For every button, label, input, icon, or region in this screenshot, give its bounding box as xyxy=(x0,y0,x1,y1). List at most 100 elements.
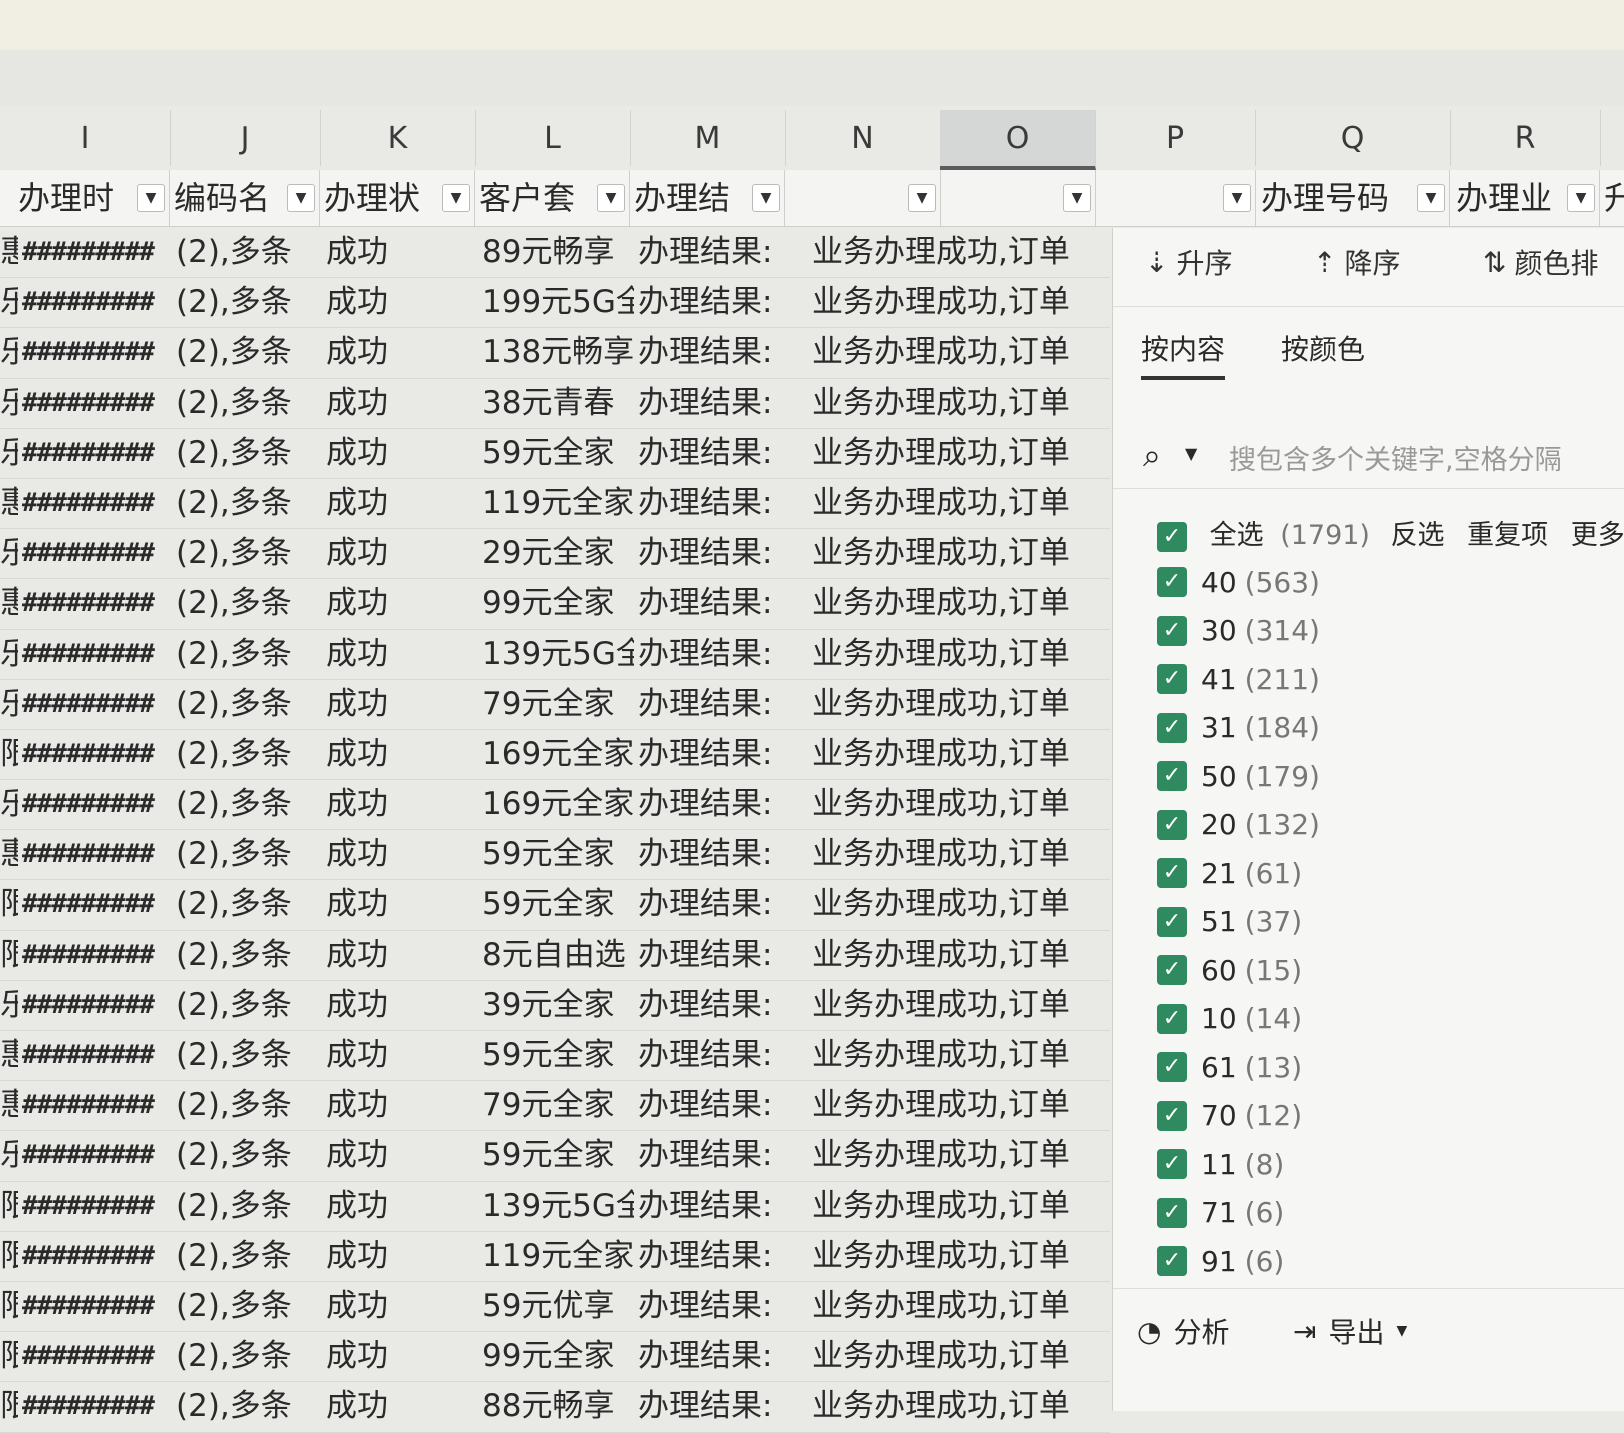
col-header-l[interactable]: L xyxy=(475,110,631,166)
cell-package[interactable]: 99元全家 xyxy=(482,579,634,628)
cell-handle-time[interactable]: ######### xyxy=(22,880,172,929)
cell-package[interactable]: 59元全家 xyxy=(482,1131,634,1180)
cell-result[interactable]: 办理结果: xyxy=(638,228,788,277)
cell-prev-col[interactable]: 乐 xyxy=(0,328,18,377)
cell-result[interactable]: 办理结果: xyxy=(638,1031,788,1080)
cell-handle-time[interactable]: ######### xyxy=(22,1081,172,1130)
cell-status[interactable]: 成功 xyxy=(326,1081,476,1130)
cell-status[interactable]: 成功 xyxy=(326,379,476,428)
cell-prev-col[interactable]: 惠 xyxy=(0,479,18,528)
cell-handle-time[interactable]: ######### xyxy=(22,1131,172,1180)
filter-value-item[interactable]: ✓ 71 (6) xyxy=(1157,1191,1284,1235)
cell-package[interactable]: 59元全家 xyxy=(482,830,634,879)
cell-handle-time[interactable]: ######### xyxy=(22,1332,172,1381)
cell-result[interactable]: 办理结果: xyxy=(638,880,788,929)
search-icon[interactable]: ⌕ xyxy=(1143,436,1161,475)
export-button[interactable]: ⇥ 导出 ▼ xyxy=(1293,1311,1407,1351)
cell-status[interactable]: 成功 xyxy=(326,880,476,929)
cell-status[interactable]: 成功 xyxy=(326,429,476,478)
filter-value-item[interactable]: ✓ 20 (132) xyxy=(1157,803,1320,847)
cell-status[interactable]: 成功 xyxy=(326,780,476,829)
tab-by-color[interactable]: 按颜色 xyxy=(1281,328,1365,368)
cell-prev-col[interactable]: 乐 xyxy=(0,680,18,729)
tab-by-content[interactable]: 按内容 xyxy=(1141,328,1226,380)
filter-value-checkbox[interactable]: ✓ xyxy=(1157,615,1187,646)
cell-package[interactable]: 139元5G全 xyxy=(482,1182,634,1231)
cell-code-name[interactable]: (2),多条 xyxy=(176,429,322,478)
cell-package[interactable]: 199元5G全 xyxy=(482,278,634,327)
filter-value-checkbox[interactable]: ✓ xyxy=(1157,664,1187,694)
cell-status[interactable]: 成功 xyxy=(326,278,476,327)
cell-status[interactable]: 成功 xyxy=(326,1031,476,1080)
cell-result[interactable]: 办理结果: xyxy=(638,1131,788,1180)
cell-code-name[interactable]: (2),多条 xyxy=(176,1282,322,1331)
cell-result-detail[interactable]: 业务办理成功,订单 xyxy=(812,429,1110,478)
cell-code-name[interactable]: (2),多条 xyxy=(176,630,322,679)
cell-prev-col[interactable]: 乐 xyxy=(0,529,18,578)
filter-value-item[interactable]: ✓ 40 (563) xyxy=(1157,560,1320,604)
cell-result-detail[interactable]: 业务办理成功,订单 xyxy=(812,931,1110,980)
col-header-n[interactable]: N xyxy=(785,110,941,166)
filter-value-item[interactable]: ✓ 41 (211) xyxy=(1157,657,1320,701)
cell-prev-col[interactable]: 惠 xyxy=(0,1031,18,1080)
cell-status[interactable]: 成功 xyxy=(326,1182,476,1231)
sort-desc-button[interactable]: ⇡ 降序 xyxy=(1313,242,1400,282)
cell-code-name[interactable]: (2),多条 xyxy=(176,680,322,729)
col-header-m[interactable]: M xyxy=(630,110,786,166)
filter-value-checkbox[interactable]: ✓ xyxy=(1157,1052,1187,1082)
cell-result[interactable]: 办理结果: xyxy=(638,1232,788,1281)
cell-result-detail[interactable]: 业务办理成功,订单 xyxy=(812,278,1110,327)
cell-result[interactable]: 办理结果: xyxy=(638,1182,788,1231)
filter-arrow-icon[interactable]: ▼ xyxy=(287,184,315,212)
cell-status[interactable]: 成功 xyxy=(326,1332,476,1381)
cell-result-detail[interactable]: 业务办理成功,订单 xyxy=(812,228,1110,277)
cell-result[interactable]: 办理结果: xyxy=(638,630,788,679)
filter-value-checkbox[interactable]: ✓ xyxy=(1157,858,1187,888)
cell-status[interactable]: 成功 xyxy=(326,830,476,879)
filter-value-checkbox[interactable]: ✓ xyxy=(1157,1197,1187,1228)
cell-status[interactable]: 成功 xyxy=(326,228,476,277)
cell-handle-time[interactable]: ######### xyxy=(22,379,172,428)
cell-handle-time[interactable]: ######### xyxy=(22,1282,172,1331)
cell-result[interactable]: 办理结果: xyxy=(638,1332,788,1381)
cell-package[interactable]: 38元青春 xyxy=(482,379,634,428)
cell-status[interactable]: 成功 xyxy=(326,931,476,980)
cell-prev-col[interactable]: 惠 xyxy=(0,1081,18,1130)
filter-value-item[interactable]: ✓ 11 (8) xyxy=(1157,1142,1284,1186)
filter-value-checkbox[interactable]: ✓ xyxy=(1157,809,1187,840)
filter-value-checkbox[interactable]: ✓ xyxy=(1157,712,1187,743)
cell-package[interactable]: 59元优享 xyxy=(482,1282,634,1331)
cell-code-name[interactable]: (2),多条 xyxy=(176,1232,322,1281)
cell-handle-time[interactable]: ######### xyxy=(22,1232,172,1281)
cell-code-name[interactable]: (2),多条 xyxy=(176,981,322,1030)
cell-package[interactable]: 119元全家 xyxy=(482,1232,634,1281)
cell-code-name[interactable]: (2),多条 xyxy=(176,529,322,578)
filter-value-item[interactable]: ✓ 70 (12) xyxy=(1157,1094,1302,1138)
cell-handle-time[interactable]: ######### xyxy=(22,931,172,980)
cell-result[interactable]: 办理结果: xyxy=(638,379,788,428)
col-header-k[interactable]: K xyxy=(320,110,476,166)
filter-value-checkbox[interactable]: ✓ xyxy=(1157,761,1187,791)
cell-handle-time[interactable]: ######### xyxy=(22,579,172,628)
cell-code-name[interactable]: (2),多条 xyxy=(176,278,322,327)
cell-code-name[interactable]: (2),多条 xyxy=(176,479,322,528)
cell-prev-col[interactable]: 限 xyxy=(0,1382,18,1431)
cell-result-detail[interactable]: 业务办理成功,订单 xyxy=(812,830,1110,879)
select-all-label[interactable]: 全选 xyxy=(1210,520,1264,551)
cell-package[interactable]: 169元全家 xyxy=(482,780,634,829)
cell-code-name[interactable]: (2),多条 xyxy=(176,780,322,829)
cell-prev-col[interactable]: 惠 xyxy=(0,830,18,879)
cell-result-detail[interactable]: 业务办理成功,订单 xyxy=(812,1232,1110,1281)
cell-prev-col[interactable]: 乐 xyxy=(0,429,18,478)
cell-package[interactable]: 169元全家 xyxy=(482,730,634,779)
cell-result-detail[interactable]: 业务办理成功,订单 xyxy=(812,981,1110,1030)
cell-result[interactable]: 办理结果: xyxy=(638,1382,788,1431)
cell-package[interactable]: 119元全家 xyxy=(482,479,634,528)
filter-value-item[interactable]: ✓ 60 (15) xyxy=(1157,948,1302,992)
cell-prev-col[interactable]: 乐 xyxy=(0,630,18,679)
cell-prev-col[interactable]: 限 xyxy=(0,931,18,980)
cell-result[interactable]: 办理结果: xyxy=(638,579,788,628)
cell-result-detail[interactable]: 业务办理成功,订单 xyxy=(812,630,1110,679)
chevron-down-icon[interactable]: ▼ xyxy=(1185,444,1197,463)
cell-package[interactable]: 59元全家 xyxy=(482,880,634,929)
